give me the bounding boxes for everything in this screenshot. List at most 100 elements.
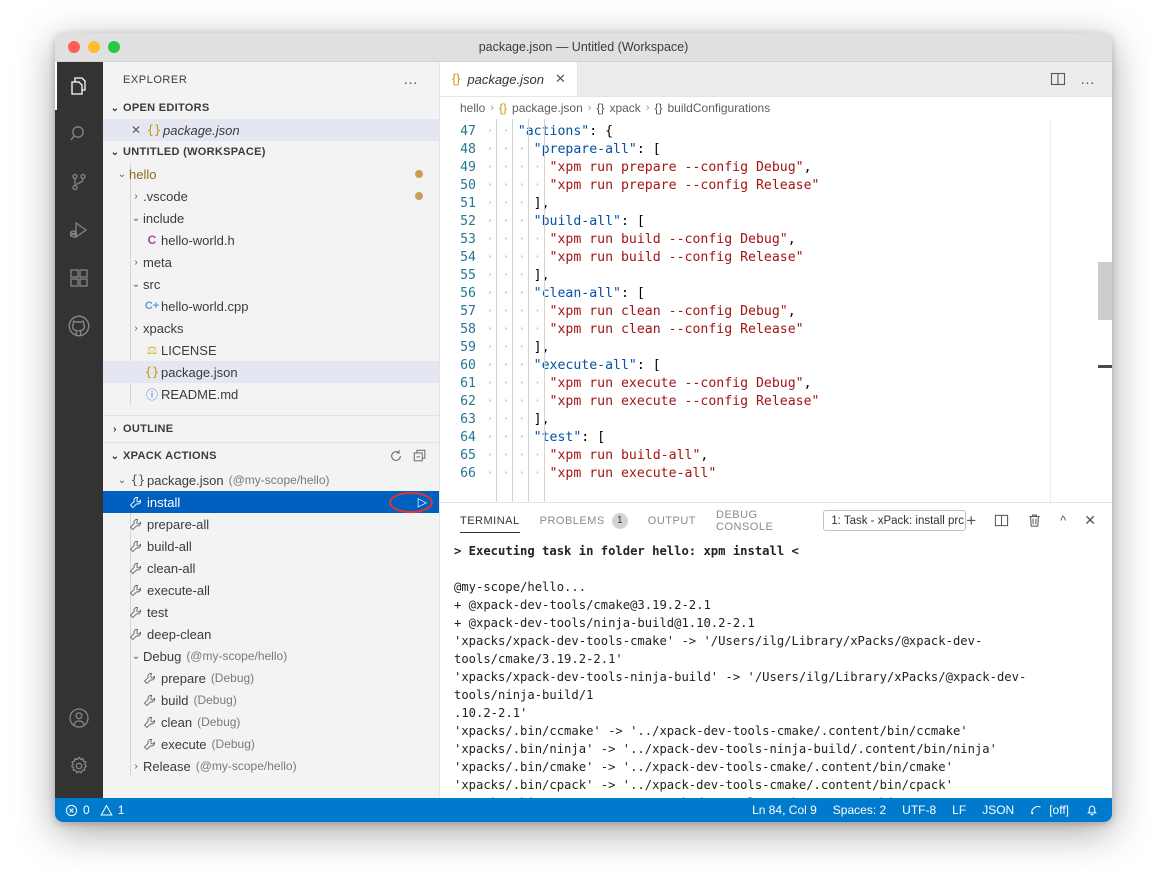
tree-item-src[interactable]: ⌄ src — [103, 273, 439, 295]
chevron-down-icon[interactable]: ⌄ — [115, 475, 129, 486]
status-cursor-position[interactable]: Ln 84, Col 9 — [752, 803, 817, 817]
tree-item-hello-world-cpp[interactable]: C+ hello-world.cpp — [103, 295, 439, 317]
xpack-item-execute-debug[interactable]: execute (Debug) — [103, 733, 439, 755]
xpack-item-clean-all[interactable]: clean-all — [103, 557, 439, 579]
xpack-item-package-json[interactable]: ⌄ {} package.json (@my-scope/hello) — [103, 469, 439, 491]
code-line[interactable]: · · · · "xpm run prepare --config Releas… — [486, 177, 1050, 195]
xpack-item-execute-all[interactable]: execute-all — [103, 579, 439, 601]
close-panel-icon[interactable]: ✕ — [1084, 512, 1096, 529]
code-line[interactable]: · · "actions": { — [486, 123, 1050, 141]
tree-item-readme[interactable]: ⓘ README.md — [103, 383, 439, 405]
activity-source-control[interactable] — [55, 158, 103, 206]
code-line[interactable]: · · · "prepare-all": [ — [486, 141, 1050, 159]
code-line[interactable]: · · · · "xpm run build-all", — [486, 447, 1050, 465]
code-line[interactable]: · · · ], — [486, 411, 1050, 429]
code-line[interactable]: · · · · "xpm run build --config Debug", — [486, 231, 1050, 249]
chevron-right-icon[interactable]: › — [129, 257, 143, 268]
split-editor-icon[interactable] — [1050, 71, 1066, 87]
code-line[interactable]: · · · ], — [486, 195, 1050, 213]
activity-search[interactable] — [55, 110, 103, 158]
code-editor[interactable]: 47 48 49 50 51 52 53 54 55 56 57 58 59 60 61 62 63 64 65 66… — [440, 119, 1112, 502]
code-line[interactable]: · · · · "xpm run execute --config Releas… — [486, 393, 1050, 411]
breadcrumb-item-buildconfigurations[interactable]: buildConfigurations — [668, 101, 771, 115]
code-line[interactable]: · · · "execute-all": [ — [486, 357, 1050, 375]
section-workspace[interactable]: ⌄ UNTITLED (WORKSPACE) — [103, 141, 439, 163]
tree-item-include[interactable]: ⌄ include — [103, 207, 439, 229]
chevron-down-icon[interactable]: ⌄ — [129, 651, 143, 662]
close-icon[interactable]: ✕ — [127, 123, 145, 137]
maximize-panel-icon[interactable]: ^ — [1060, 513, 1066, 528]
code-line[interactable]: · · · "build-all": [ — [486, 213, 1050, 231]
chevron-right-icon[interactable]: › — [129, 323, 143, 334]
code-line[interactable]: · · · · "xpm run build --config Release" — [486, 249, 1050, 267]
xpack-item-build-all[interactable]: build-all — [103, 535, 439, 557]
code-line[interactable]: · · · ], — [486, 339, 1050, 357]
xpack-item-test[interactable]: test — [103, 601, 439, 623]
section-outline[interactable]: › OUTLINE — [103, 416, 439, 442]
code-line[interactable]: · · · · "xpm run prepare --config Debug"… — [486, 159, 1050, 177]
tree-item-vscode[interactable]: › .vscode — [103, 185, 439, 207]
scrollbar-thumb[interactable] — [1098, 262, 1112, 320]
status-tunnel[interactable]: [off] — [1030, 803, 1069, 817]
xpack-item-deep-clean[interactable]: deep-clean — [103, 623, 439, 645]
xpack-item-prepare-debug[interactable]: prepare (Debug) — [103, 667, 439, 689]
code-line[interactable]: · · · "test": [ — [486, 429, 1050, 447]
breadcrumb-item-package-json[interactable]: package.json — [512, 101, 583, 115]
tab-problems[interactable]: PROBLEMS 1 — [540, 503, 628, 538]
sidebar-more-actions[interactable]: … — [403, 71, 419, 88]
chevron-down-icon[interactable]: ⌄ — [115, 169, 129, 180]
chevron-down-icon[interactable]: ⌄ — [129, 213, 143, 224]
tree-item-hello-world-h[interactable]: C hello-world.h — [103, 229, 439, 251]
activity-manage[interactable] — [55, 742, 103, 790]
notifications-icon[interactable] — [1085, 803, 1099, 817]
activity-explorer[interactable] — [55, 62, 103, 110]
xpack-item-release-group[interactable]: › Release (@my-scope/hello) — [103, 755, 439, 777]
xpack-item-prepare-all[interactable]: prepare-all — [103, 513, 439, 535]
tab-terminal[interactable]: TERMINAL — [460, 503, 520, 538]
code-line[interactable]: · · · · "xpm run execute-all" — [486, 465, 1050, 483]
xpack-item-install[interactable]: install ▷ — [103, 491, 439, 513]
breadcrumb-item-hello[interactable]: hello — [460, 101, 485, 115]
status-encoding[interactable]: UTF-8 — [902, 803, 936, 817]
status-indentation[interactable]: Spaces: 2 — [833, 803, 886, 817]
close-icon[interactable]: ✕ — [555, 71, 566, 87]
status-eol[interactable]: LF — [952, 803, 966, 817]
editor-scrollbar[interactable] — [1098, 119, 1112, 502]
refresh-icon[interactable] — [389, 449, 403, 463]
open-editor-item-package-json[interactable]: ✕ {} package.json — [103, 119, 439, 141]
breadcrumb-item-xpack[interactable]: xpack — [609, 101, 640, 115]
tab-debug-console[interactable]: DEBUG CONSOLE — [716, 503, 803, 538]
activity-github[interactable] — [55, 302, 103, 350]
tab-package-json[interactable]: {} package.json ✕ — [440, 62, 578, 96]
code-line[interactable]: · · · · "xpm run clean --config Debug", — [486, 303, 1050, 321]
kill-terminal-icon[interactable] — [1027, 513, 1042, 528]
xpack-item-build-debug[interactable]: build (Debug) — [103, 689, 439, 711]
status-problems[interactable]: 0 1 — [65, 803, 124, 817]
code-line[interactable]: · · · · "xpm run execute --config Debug"… — [486, 375, 1050, 393]
section-xpack-actions[interactable]: ⌄ XPACK ACTIONS — [103, 443, 439, 469]
tab-output[interactable]: OUTPUT — [648, 503, 696, 538]
more-actions-icon[interactable]: … — [1080, 71, 1096, 88]
code-line[interactable]: · · · · "xpm run clean --config Release" — [486, 321, 1050, 339]
chevron-right-icon[interactable]: › — [129, 761, 143, 772]
run-action-button[interactable]: ▷ — [418, 495, 427, 509]
code-line[interactable]: · · · "clean-all": [ — [486, 285, 1050, 303]
code-content[interactable]: · · "actions": {· · · "prepare-all": [· … — [486, 119, 1050, 502]
tree-item-package-json[interactable]: {} package.json — [103, 361, 439, 383]
activity-accounts[interactable] — [55, 694, 103, 742]
terminal-output[interactable]: > Executing task in folder hello: xpm in… — [440, 538, 1112, 798]
tree-item-hello[interactable]: ⌄ hello — [103, 163, 439, 185]
split-terminal-icon[interactable] — [994, 513, 1009, 528]
section-open-editors[interactable]: ⌄ OPEN EDITORS — [103, 97, 439, 119]
status-language-mode[interactable]: JSON — [982, 803, 1014, 817]
xpack-item-debug-group[interactable]: ⌄ Debug (@my-scope/hello) — [103, 645, 439, 667]
tree-item-license[interactable]: ⚖ LICENSE — [103, 339, 439, 361]
activity-extensions[interactable] — [55, 254, 103, 302]
chevron-down-icon[interactable]: ⌄ — [129, 279, 143, 290]
activity-run-and-debug[interactable] — [55, 206, 103, 254]
tree-item-meta[interactable]: › meta — [103, 251, 439, 273]
code-line[interactable]: · · · ], — [486, 267, 1050, 285]
xpack-item-clean-debug[interactable]: clean (Debug) — [103, 711, 439, 733]
chevron-right-icon[interactable]: › — [129, 191, 143, 202]
new-terminal-icon[interactable]: + — [966, 511, 976, 531]
